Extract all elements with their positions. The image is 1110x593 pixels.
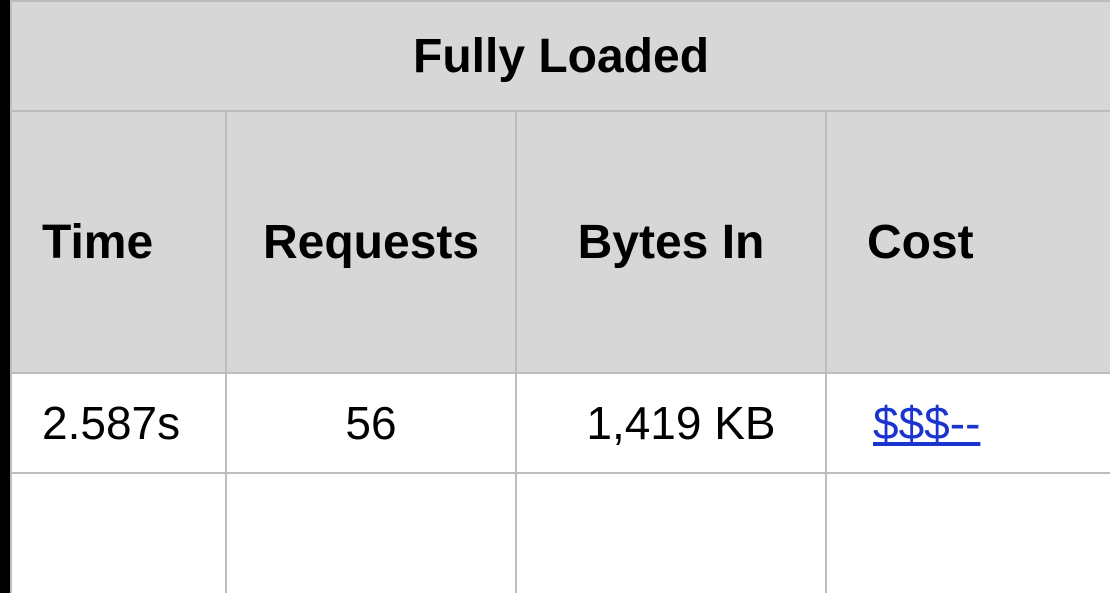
col-header-bytes-in: Bytes In: [516, 111, 826, 373]
cell-cost: $$$--: [826, 373, 1110, 473]
cell-empty: [516, 473, 826, 593]
table-row: 2.587s 56 1,419 KB $$$--: [11, 373, 1110, 473]
cell-empty: [11, 473, 226, 593]
cell-time: 2.587s: [11, 373, 226, 473]
cell-empty: [826, 473, 1110, 593]
performance-table: Fully Loaded Time Requests Bytes In Cost…: [10, 0, 1110, 593]
cell-empty: [226, 473, 516, 593]
performance-table-wrap: Fully Loaded Time Requests Bytes In Cost…: [0, 0, 1110, 593]
col-header-time: Time: [11, 111, 226, 373]
cost-link[interactable]: $$$--: [873, 397, 980, 449]
col-header-requests: Requests: [226, 111, 516, 373]
cell-requests: 56: [226, 373, 516, 473]
table-row: [11, 473, 1110, 593]
table-title: Fully Loaded: [11, 1, 1110, 111]
cell-bytes-in: 1,419 KB: [516, 373, 826, 473]
col-header-cost: Cost: [826, 111, 1110, 373]
